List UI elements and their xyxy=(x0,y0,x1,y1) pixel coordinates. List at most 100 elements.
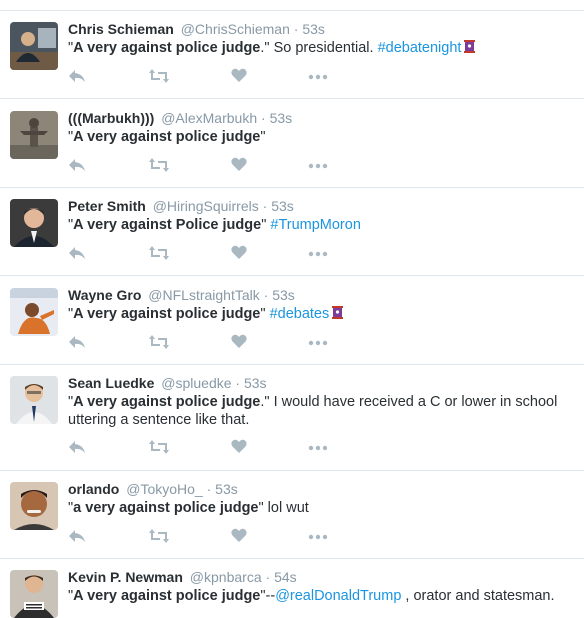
avatar[interactable] xyxy=(10,199,58,247)
tweet-actions xyxy=(68,439,368,459)
tweet-actions xyxy=(68,245,368,265)
tweet-body: lol wut xyxy=(263,500,309,516)
tweet[interactable]: orlando @TokyoHo_ · 53s "a very against … xyxy=(0,471,584,559)
tweet-header: Chris Schieman @ChrisSchieman · 53s xyxy=(68,21,325,37)
like-heart-icon[interactable] xyxy=(231,528,247,548)
user-fullname[interactable]: orlando xyxy=(68,481,119,497)
tweet-timestamp[interactable]: 53s xyxy=(272,287,295,303)
tweet-text: "a very against police judge" lol wut xyxy=(68,499,574,517)
tweet-timestamp[interactable]: 53s xyxy=(244,375,267,391)
tweet-text: "A very against police judge." I would h… xyxy=(68,393,574,429)
tweet-text: "A very against police judge." So presid… xyxy=(68,39,574,59)
more-options-icon[interactable] xyxy=(308,334,328,355)
tweet[interactable]: Wayne Gro @NFLstraightTalk · 53s "A very… xyxy=(0,276,584,365)
avatar[interactable] xyxy=(10,111,58,159)
podium-emoji-icon xyxy=(463,39,476,59)
tweet[interactable]: Kevin P. Newman @kpnbarca · 54s "A very … xyxy=(0,559,584,618)
separator-dot: · xyxy=(261,110,266,126)
like-heart-icon[interactable] xyxy=(231,68,247,88)
tweet-timestamp[interactable]: 53s xyxy=(271,198,294,214)
user-handle[interactable]: @NFLstraightTalk xyxy=(148,287,259,303)
tweet-header: Sean Luedke @spluedke · 53s xyxy=(68,375,267,391)
retweet-icon[interactable] xyxy=(149,68,169,89)
quoted-phrase: A very against police judge xyxy=(73,129,261,145)
quoted-phrase: A very against police judge xyxy=(73,588,261,604)
user-fullname[interactable]: Peter Smith xyxy=(68,198,146,214)
tweet[interactable]: Sean Luedke @spluedke · 53s "A very agai… xyxy=(0,365,584,471)
user-handle[interactable]: @HiringSquirrels xyxy=(153,198,259,214)
tweet-actions xyxy=(68,157,368,177)
avatar[interactable] xyxy=(10,570,58,618)
quoted-phrase: A very against Police judge xyxy=(73,217,262,233)
tweet-timestamp[interactable]: 53s xyxy=(215,481,238,497)
tweet-text: "A very against police judge"--@realDona… xyxy=(68,587,574,605)
like-heart-icon[interactable] xyxy=(231,245,247,265)
tweet-header: (((Marbukh))) @AlexMarbukh · 53s xyxy=(68,110,292,126)
hashtag-link[interactable]: #TrumpMoron xyxy=(270,217,361,233)
user-fullname[interactable]: Wayne Gro xyxy=(68,287,141,303)
more-options-icon[interactable] xyxy=(308,68,328,89)
reply-icon[interactable] xyxy=(68,68,86,89)
tweet-header: Wayne Gro @NFLstraightTalk · 53s xyxy=(68,287,295,303)
tweet-actions xyxy=(68,528,368,548)
tweet-header: Peter Smith @HiringSquirrels · 53s xyxy=(68,198,294,214)
more-options-icon[interactable] xyxy=(308,245,328,266)
separator-dot: · xyxy=(206,481,212,497)
like-heart-icon[interactable] xyxy=(231,439,247,459)
separator-dot: · xyxy=(263,287,269,303)
more-options-icon[interactable] xyxy=(308,528,328,549)
tweet[interactable]: (((Marbukh))) @AlexMarbukh · 53s "A very… xyxy=(0,99,584,188)
retweet-icon[interactable] xyxy=(149,157,169,178)
user-handle[interactable]: @kpnbarca xyxy=(190,569,262,585)
retweet-icon[interactable] xyxy=(149,528,169,549)
tweet[interactable]: Peter Smith @HiringSquirrels · 53s "A ve… xyxy=(0,188,584,276)
quoted-phrase: a very against police judge xyxy=(73,500,259,516)
podium-emoji-icon xyxy=(331,305,344,325)
reply-icon[interactable] xyxy=(68,245,86,266)
tweet-timeline: Chris Schieman @ChrisSchieman · 53s "A v… xyxy=(0,0,584,618)
tweet-header: Kevin P. Newman @kpnbarca · 54s xyxy=(68,569,297,585)
user-fullname[interactable]: Kevin P. Newman xyxy=(68,569,183,585)
separator-dot: · xyxy=(262,198,268,214)
reply-icon[interactable] xyxy=(68,334,86,355)
reply-icon[interactable] xyxy=(68,157,86,178)
tweet-timestamp[interactable]: 53s xyxy=(270,110,293,126)
avatar[interactable] xyxy=(10,22,58,70)
user-handle[interactable]: @AlexMarbukh xyxy=(161,110,257,126)
tweet-text: "A very against police judge" #debates xyxy=(68,305,574,325)
tweet-actions xyxy=(68,334,368,354)
like-heart-icon[interactable] xyxy=(231,334,247,354)
reply-icon[interactable] xyxy=(68,439,86,460)
user-handle[interactable]: @ChrisSchieman xyxy=(181,21,290,37)
separator-dot: · xyxy=(265,569,271,585)
quote-close: " xyxy=(260,129,266,145)
avatar[interactable] xyxy=(10,482,58,530)
retweet-icon[interactable] xyxy=(149,334,169,355)
hashtag-link[interactable]: #debatenight xyxy=(378,40,462,56)
retweet-icon[interactable] xyxy=(149,439,169,460)
mention-link[interactable]: @realDonaldTrump xyxy=(275,588,401,604)
tweet[interactable]: Chris Schieman @ChrisSchieman · 53s "A v… xyxy=(0,10,584,99)
hashtag-link[interactable]: #debates xyxy=(270,306,330,322)
tweet-timestamp[interactable]: 53s xyxy=(302,21,325,37)
separator-dot: · xyxy=(293,21,299,37)
quoted-phrase: A very against police judge xyxy=(73,306,261,322)
user-fullname[interactable]: Chris Schieman xyxy=(68,21,174,37)
more-options-icon[interactable] xyxy=(308,157,328,178)
more-options-icon[interactable] xyxy=(308,439,328,460)
user-fullname[interactable]: Sean Luedke xyxy=(68,375,154,391)
tweet-text: "A very against police judge" xyxy=(68,128,574,146)
reply-icon[interactable] xyxy=(68,528,86,549)
avatar[interactable] xyxy=(10,288,58,336)
quote-close: " xyxy=(261,217,271,233)
retweet-icon[interactable] xyxy=(149,245,169,266)
tweet-header: orlando @TokyoHo_ · 53s xyxy=(68,481,238,497)
quote-close: " xyxy=(260,306,270,322)
user-fullname[interactable]: (((Marbukh))) xyxy=(68,110,154,126)
avatar[interactable] xyxy=(10,376,58,424)
user-handle[interactable]: @TokyoHo_ xyxy=(126,481,202,497)
user-handle[interactable]: @spluedke xyxy=(161,375,231,391)
tweet-timestamp[interactable]: 54s xyxy=(274,569,297,585)
like-heart-icon[interactable] xyxy=(231,157,247,177)
tweet-body: , orator and statesman. xyxy=(401,588,555,604)
